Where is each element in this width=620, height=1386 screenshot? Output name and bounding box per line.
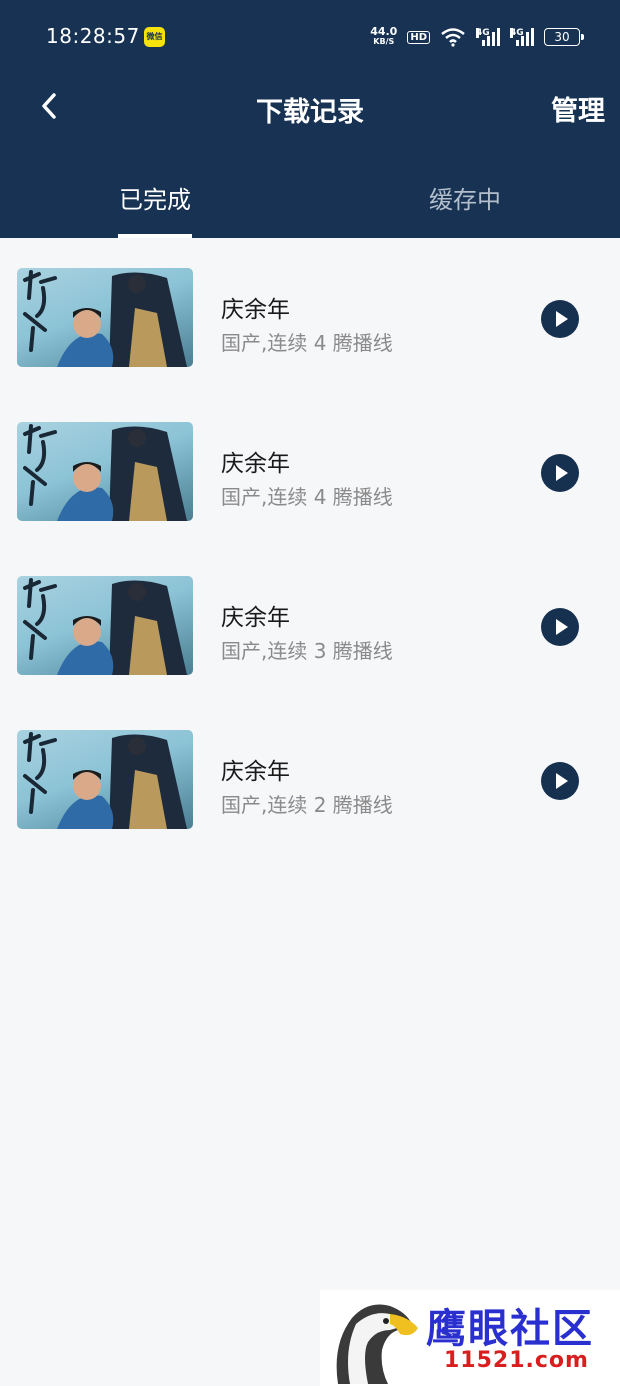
watermark-text: 鹰眼社区 xyxy=(426,1305,594,1352)
tab-caching[interactable]: 缓存中 xyxy=(365,180,565,215)
video-title: 庆余年 xyxy=(221,451,290,477)
watermark-url: 11521.com xyxy=(444,1348,589,1373)
signal-icon: 4G xyxy=(476,28,500,46)
list-item[interactable]: 庆余年 国产,连续 3 腾播线 xyxy=(0,546,620,700)
eagle-logo xyxy=(336,1304,418,1384)
play-icon[interactable] xyxy=(541,762,579,800)
play-icon[interactable] xyxy=(541,608,579,646)
video-thumbnail xyxy=(17,422,193,521)
play-icon[interactable] xyxy=(541,300,579,338)
video-meta: 国产,连续 4 腾播线 xyxy=(221,331,393,355)
video-thumbnail xyxy=(17,268,193,367)
video-thumbnail xyxy=(17,730,193,829)
nav-bar: 下载记录 管理 xyxy=(0,72,620,144)
app-header: 18:28:57 微信 44.0 KB/S HD 4G 4G 30 下载记录 管… xyxy=(0,0,620,238)
watermark: 鹰眼社区 11521.com xyxy=(320,1290,620,1386)
signal-label: 4G xyxy=(510,28,524,38)
manage-button[interactable]: 管理 xyxy=(551,89,605,128)
tab-completed[interactable]: 已完成 xyxy=(55,180,255,215)
download-list: 庆余年 国产,连续 4 腾播线 庆余年 国产,连续 4 腾播线 庆余年 国产,连… xyxy=(0,238,620,854)
page-title: 下载记录 xyxy=(256,97,364,128)
video-title: 庆余年 xyxy=(221,297,290,323)
video-thumbnail xyxy=(17,576,193,675)
status-bar: 18:28:57 微信 44.0 KB/S HD 4G 4G 30 xyxy=(0,0,620,72)
status-indicators: 44.0 KB/S HD 4G 4G 30 xyxy=(370,24,584,50)
network-speed-value: 44.0 xyxy=(370,25,398,38)
video-meta: 国产,连续 2 腾播线 xyxy=(221,793,393,817)
battery-icon: 30 xyxy=(544,28,584,46)
play-icon[interactable] xyxy=(541,454,579,492)
network-speed-unit: KB/S xyxy=(373,37,395,46)
signal-icon: 4G xyxy=(510,28,534,46)
video-title: 庆余年 xyxy=(221,605,290,631)
hd-badge: HD xyxy=(407,30,430,44)
list-item[interactable]: 庆余年 国产,连续 2 腾播线 xyxy=(0,700,620,854)
network-speed: 44.0 KB/S xyxy=(370,25,398,47)
status-time: 18:28:57 xyxy=(46,24,140,48)
tab-bar: 已完成 缓存中 xyxy=(0,168,620,238)
notification-app-icon: 微信 xyxy=(144,27,165,47)
list-item[interactable]: 庆余年 国产,连续 4 腾播线 xyxy=(0,392,620,546)
list-item[interactable]: 庆余年 国产,连续 4 腾播线 xyxy=(0,238,620,392)
wifi-icon xyxy=(441,28,465,47)
video-meta: 国产,连续 3 腾播线 xyxy=(221,639,393,663)
video-meta: 国产,连续 4 腾播线 xyxy=(221,485,393,509)
video-title: 庆余年 xyxy=(221,759,290,785)
signal-label: 4G xyxy=(476,28,490,38)
